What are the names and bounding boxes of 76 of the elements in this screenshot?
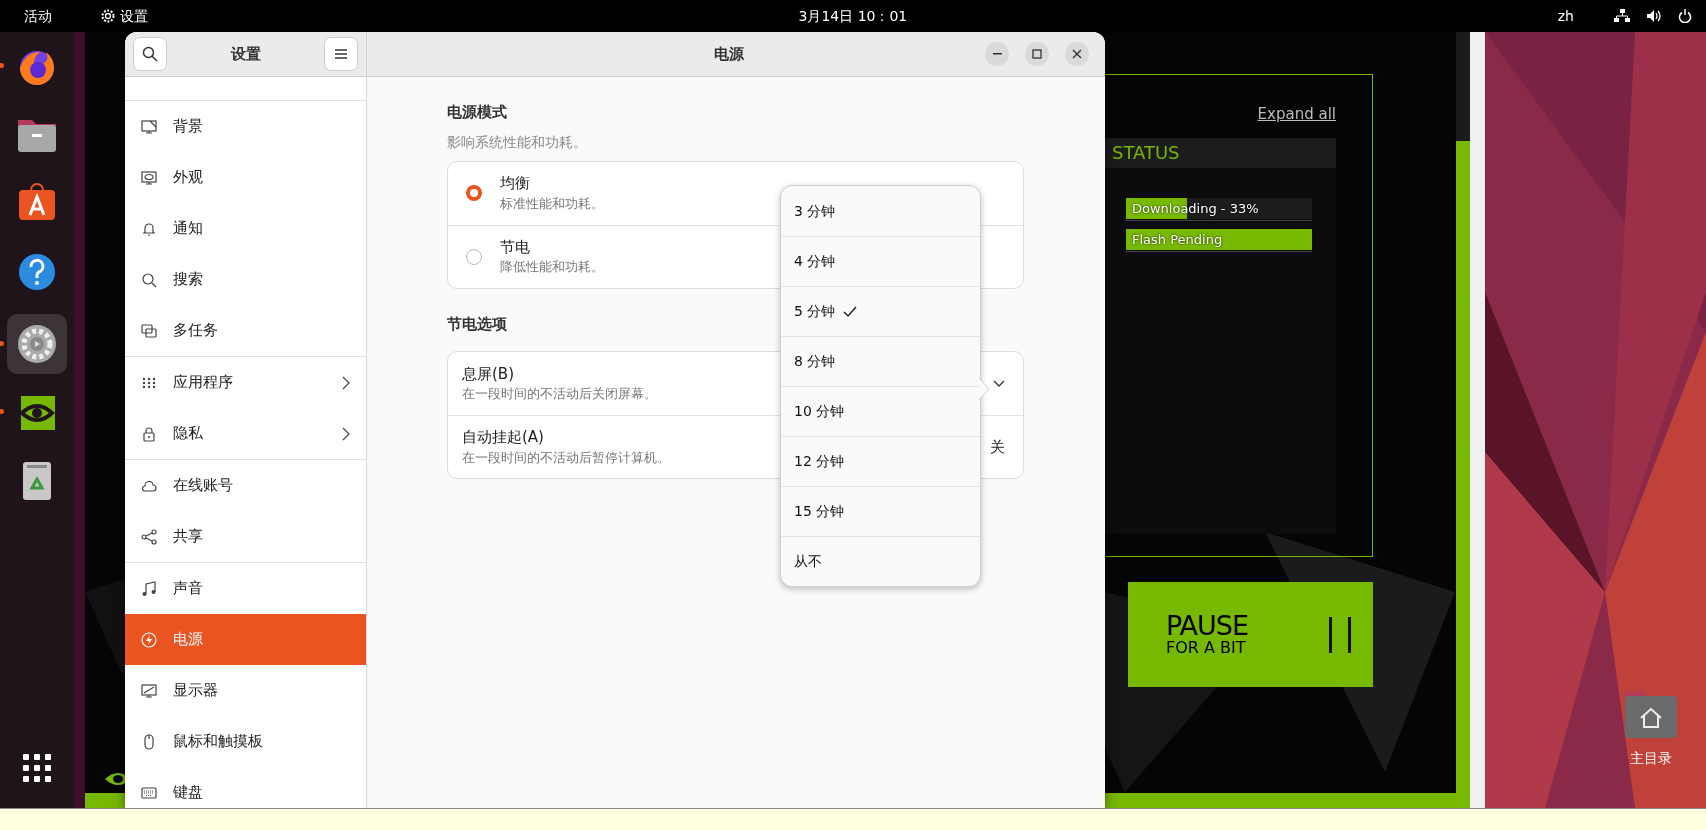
bolt-icon [141, 631, 157, 648]
section-heading: 节电选项 [447, 313, 508, 335]
menu-option[interactable]: 5 分钟 [781, 286, 980, 336]
option-description: 标准性能和功耗。 [500, 194, 604, 213]
input-method-indicator[interactable]: zh [1557, 5, 1574, 27]
app-grid-icon[interactable] [23, 754, 51, 782]
progress-bar: Flash Pending [1126, 228, 1312, 250]
row-label: 自动挂起(A) [462, 427, 544, 449]
search-icon [141, 271, 157, 288]
option-label: 均衡 [500, 173, 530, 195]
app-menu[interactable]: 设置 [120, 5, 148, 27]
clock[interactable]: 3月14日 10：01 [798, 5, 908, 27]
minimize-button[interactable] [985, 42, 1009, 66]
share-icon [141, 528, 157, 545]
row-label: 息屏(B) [462, 363, 514, 385]
sidebar-item[interactable]: 搜索 [125, 254, 366, 305]
sidebar-item[interactable]: 通知 [125, 203, 366, 254]
power-icon [1678, 9, 1692, 23]
row-description: 在一段时间的不活动后暂停计算机。 [462, 448, 670, 467]
menu-option[interactable]: 12 分钟 [781, 436, 980, 486]
chevron-down-icon[interactable] [993, 379, 1005, 388]
monitor-icon [141, 682, 157, 699]
mouse-icon [141, 733, 157, 750]
windows-icon [141, 322, 157, 339]
pause-icon [1329, 616, 1351, 653]
sidebar-item[interactable]: 电源 [125, 614, 366, 665]
expand-all-link[interactable]: Expand all [1257, 103, 1336, 126]
gear-icon [100, 8, 116, 24]
menu-option[interactable]: 8 分钟 [781, 336, 980, 386]
menu-option[interactable]: 3 分钟 [781, 186, 980, 236]
status-header: STATUS [1104, 137, 1336, 168]
menu-button[interactable] [324, 37, 358, 71]
volume-icon [1646, 9, 1662, 23]
sidebar-item[interactable]: 应用程序 [125, 357, 366, 408]
gear-icon[interactable] [15, 322, 59, 366]
sidebar-item[interactable]: 共享 [125, 511, 366, 562]
row-description: 在一段时间的不活动后关闭屏幕。 [462, 385, 657, 404]
bell-icon [141, 220, 157, 237]
monitor-icon [141, 169, 157, 186]
menu-option[interactable]: 4 分钟 [781, 236, 980, 286]
minimize-icon [992, 53, 1002, 55]
section-description: 影响系统性能和功耗。 [447, 132, 588, 152]
sidebar-item[interactable]: 背景 [125, 101, 366, 152]
radio-button[interactable] [466, 185, 482, 201]
menu-icon [334, 48, 348, 60]
section-heading: 电源模式 [447, 102, 508, 123]
network-icon [1614, 9, 1630, 23]
search-icon [142, 46, 158, 62]
maximize-icon [1032, 49, 1042, 59]
sidebar-item[interactable]: 在线账号 [125, 460, 366, 511]
maximize-button[interactable] [1025, 42, 1049, 66]
activities-button[interactable]: 活动 [24, 5, 52, 27]
sidebar-item[interactable]: 外观 [125, 152, 366, 203]
row-value: 关 [990, 436, 1005, 458]
menu-option[interactable]: 15 分钟 [781, 486, 980, 536]
page-title: 电源 [714, 43, 744, 65]
sidebar-item[interactable]: 显示器 [125, 665, 366, 716]
sidebar-item[interactable]: 隐私 [125, 408, 366, 459]
pause-button[interactable]: PAUSE FOR A BIT [1128, 582, 1373, 687]
option-description: 降低性能和功耗。 [500, 258, 604, 277]
window-title: 设置 [230, 43, 261, 65]
monitor-icon [141, 118, 157, 135]
radio-button[interactable] [466, 248, 482, 265]
lock-icon [141, 425, 157, 442]
keyboard-icon [141, 784, 157, 801]
close-icon [1072, 49, 1082, 59]
search-button[interactable] [133, 37, 167, 71]
option-label: 节电 [500, 236, 530, 258]
close-button[interactable] [1065, 42, 1089, 66]
music-note-icon [141, 580, 157, 597]
sidebar-item[interactable]: 鼠标和触摸板 [125, 716, 366, 767]
menu-option[interactable]: 从不 [781, 536, 980, 586]
desktop-icon-label[interactable]: 主目录 [1630, 748, 1672, 769]
sidebar-item[interactable]: 键盘 [125, 767, 366, 808]
sidebar-item[interactable]: 声音 [125, 563, 366, 614]
sidebar-item[interactable]: 多任务 [125, 305, 366, 356]
